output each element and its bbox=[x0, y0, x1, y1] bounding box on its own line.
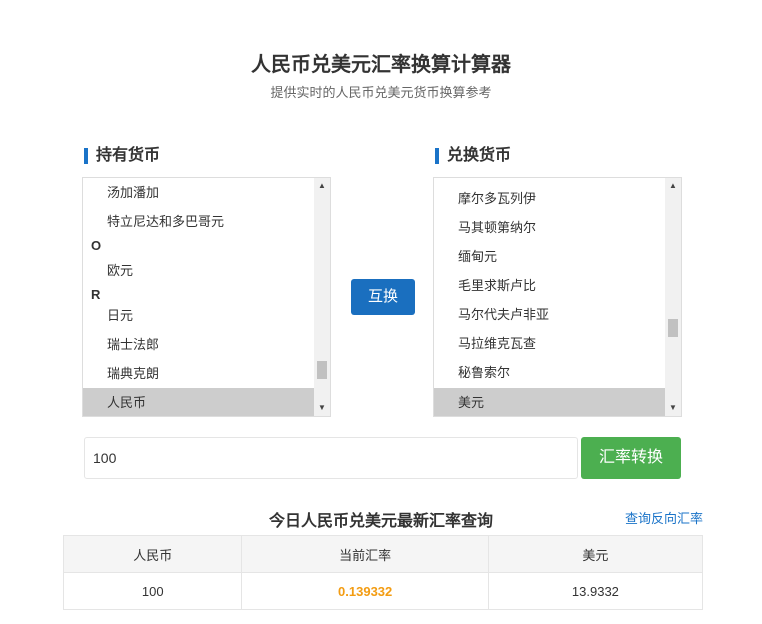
to-list-scrollbar[interactable]: ▲ ▼ bbox=[665, 178, 681, 416]
table-row: 100 0.139332 13.9332 bbox=[62, 572, 704, 610]
to-option[interactable]: 缅甸元 bbox=[434, 242, 665, 271]
page-subtitle: 提供实时的人民币兑美元货币换算参考 bbox=[270, 85, 492, 100]
swap-button[interactable]: 互换 bbox=[351, 279, 415, 315]
reverse-rate-link[interactable]: 查询反向汇率 bbox=[625, 508, 703, 527]
to-option[interactable]: 秘鲁索尔 bbox=[434, 358, 665, 387]
converted-amount: 13.9332 bbox=[487, 572, 704, 610]
scroll-down-icon[interactable]: ▼ bbox=[314, 400, 330, 416]
from-group-label: O bbox=[91, 238, 102, 253]
scroll-thumb[interactable] bbox=[668, 319, 678, 337]
current-rate: 0.139332 bbox=[241, 572, 489, 610]
from-option[interactable]: 瑞士法郎 bbox=[83, 330, 314, 359]
from-option[interactable]: 特立尼达和多巴哥元 bbox=[83, 207, 314, 236]
amount-input[interactable] bbox=[84, 437, 578, 479]
scroll-thumb[interactable] bbox=[317, 361, 327, 379]
from-option[interactable]: 日元 bbox=[83, 301, 314, 330]
from-list-scrollbar[interactable]: ▲ ▼ bbox=[314, 178, 330, 416]
to-currency-heading: 兑换货币 bbox=[435, 146, 511, 166]
to-option-selected[interactable]: 美元 bbox=[434, 388, 665, 416]
to-option[interactable]: 马尔代夫卢非亚 bbox=[434, 300, 665, 329]
from-option[interactable]: 瑞典克朗 bbox=[83, 359, 314, 388]
to-option[interactable]: 马拉维克瓦查 bbox=[434, 329, 665, 358]
rate-table: 人民币 当前汇率 美元 100 0.139332 13.9332 bbox=[62, 535, 704, 610]
to-option[interactable]: 毛里求斯卢比 bbox=[434, 271, 665, 300]
from-currency-list[interactable]: 汤加潘加 特立尼达和多巴哥元 O 欧元 R 日元 瑞士法郎 瑞典克朗 人民币 ▲… bbox=[82, 177, 331, 417]
column-header: 当前汇率 bbox=[241, 535, 489, 573]
page-title: 人民币兑美元汇率换算计算器 bbox=[251, 54, 511, 76]
from-option-selected[interactable]: 人民币 bbox=[83, 388, 314, 416]
scroll-down-icon[interactable]: ▼ bbox=[665, 400, 681, 416]
convert-button[interactable]: 汇率转换 bbox=[581, 437, 681, 479]
from-option[interactable]: 汤加潘加 bbox=[83, 178, 314, 207]
column-header: 美元 bbox=[487, 535, 704, 573]
from-option[interactable]: 欧元 bbox=[83, 256, 314, 285]
scroll-up-icon[interactable]: ▲ bbox=[665, 178, 681, 194]
scroll-up-icon[interactable]: ▲ bbox=[314, 178, 330, 194]
to-option[interactable]: 摩尔多瓦列伊 bbox=[434, 184, 665, 213]
to-currency-list[interactable]: 摩尔多瓦列伊 马其顿第纳尔 缅甸元 毛里求斯卢比 马尔代夫卢非亚 马拉维克瓦查 … bbox=[433, 177, 682, 417]
from-currency-heading: 持有货币 bbox=[84, 146, 160, 166]
table-header-row: 人民币 当前汇率 美元 bbox=[62, 535, 704, 573]
column-header: 人民币 bbox=[62, 535, 243, 573]
source-amount: 100 bbox=[62, 572, 243, 610]
to-option[interactable]: 马其顿第纳尔 bbox=[434, 213, 665, 242]
